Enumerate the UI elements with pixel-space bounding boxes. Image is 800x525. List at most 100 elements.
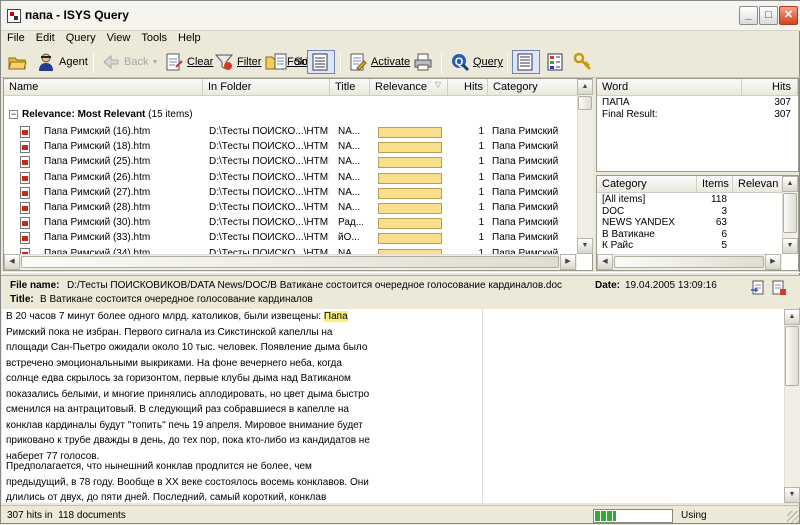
col-items-header[interactable]: Items bbox=[697, 176, 733, 193]
hit-highlight[interactable]: Папа bbox=[323, 311, 348, 322]
category-item[interactable]: DOC bbox=[602, 206, 624, 217]
menu-file[interactable]: File bbox=[1, 31, 30, 44]
preview-vscroll[interactable]: ▲ ▼ bbox=[784, 309, 800, 503]
cell-category: Папа Римский bbox=[492, 126, 559, 137]
open-folder-button[interactable] bbox=[5, 50, 29, 74]
cell-hits: 1 bbox=[478, 202, 484, 213]
table-row[interactable]: Папа Римский (18).htm D:\Тесты ПОИСКО...\… bbox=[4, 140, 579, 155]
clear-button[interactable]: Clear bbox=[162, 50, 215, 74]
table-row[interactable]: Папа Римский (16).htm D:\Тесты ПОИСКО...\… bbox=[4, 125, 579, 140]
group-collapse-toggle[interactable]: − bbox=[9, 110, 18, 119]
back-dropdown-icon[interactable]: ▼ bbox=[151, 59, 158, 66]
resize-grip[interactable] bbox=[787, 511, 799, 523]
col-word-hits-header[interactable]: Hits bbox=[742, 79, 798, 96]
cell-title: NA... bbox=[338, 171, 361, 183]
table-row[interactable]: Папа Римский (26).htm D:\Тесты ПОИСКО...\… bbox=[4, 171, 579, 186]
cell-name: Папа Римский (30).htm bbox=[44, 217, 151, 229]
print-button[interactable] bbox=[411, 50, 435, 74]
cell-category: Папа Римский bbox=[492, 232, 559, 244]
category-item[interactable]: NEWS YANDEX bbox=[602, 217, 675, 228]
hscroll-thumb[interactable] bbox=[21, 256, 559, 268]
table-row[interactable]: Папа Римский (33).htm D:\Тесты ПОИСКО...\… bbox=[4, 231, 579, 246]
document-preview[interactable]: В 20 часов 7 минут более одного млрд. ка… bbox=[2, 309, 482, 503]
cat-scroll-left-button[interactable]: ◀ bbox=[597, 254, 613, 270]
col-hits-header[interactable]: Hits bbox=[448, 79, 488, 96]
activate-button[interactable]: Activate bbox=[346, 50, 412, 74]
preview-scroll-up-button[interactable]: ▲ bbox=[784, 309, 800, 325]
categories-vscroll[interactable]: ▲ ▼ bbox=[782, 176, 798, 254]
back-button[interactable]: Back ▼ bbox=[99, 50, 160, 74]
cell-title: NA... bbox=[338, 141, 361, 153]
title-bar: папа - ISYS Query _ □ ✕ bbox=[1, 1, 800, 31]
clear-icon bbox=[166, 53, 183, 71]
cell-folder: D:\Тесты ПОИСКО...\HTML bbox=[209, 232, 329, 244]
category-item-count: 3 bbox=[721, 205, 727, 217]
cell-hits: 1 bbox=[478, 217, 484, 229]
results-pane: Name In Folder Title Relevance ▽ Hits Cat… bbox=[3, 78, 593, 271]
table-row[interactable]: Папа Римский (27).htm D:\Тесты ПОИСКО...\… bbox=[4, 186, 579, 201]
scroll-right-button[interactable]: ▶ bbox=[560, 254, 576, 270]
preview-scroll-down-button[interactable]: ▼ bbox=[784, 487, 800, 503]
cell-hits: 1 bbox=[478, 171, 484, 183]
col-title-header[interactable]: Title bbox=[330, 79, 370, 96]
cell-category: Папа Римский bbox=[492, 202, 559, 213]
cell-folder: D:\Тесты ПОИСКО...\HTML bbox=[209, 186, 329, 198]
results-vscroll[interactable]: ▲ ▼ bbox=[577, 79, 593, 254]
cat-scroll-down-button[interactable]: ▼ bbox=[782, 238, 798, 254]
agent-button[interactable]: Agent bbox=[34, 50, 90, 74]
cell-title: Рад... bbox=[338, 217, 365, 229]
scroll-up-button[interactable]: ▲ bbox=[577, 79, 593, 95]
word-row-1[interactable]: Final Result: bbox=[602, 109, 658, 120]
table-row[interactable]: Папа Римский (28).htm D:\Тесты ПОИСКО...\… bbox=[4, 201, 579, 216]
sort-desc-icon: ▽ bbox=[434, 80, 441, 89]
menu-tools[interactable]: Tools bbox=[135, 31, 172, 44]
category-item[interactable]: [All items] bbox=[602, 194, 645, 205]
preview-paragraph-2: Предполагается, что нынешний конклав про… bbox=[6, 461, 369, 503]
cell-folder: D:\Тесты ПОИСКО...\HTML bbox=[209, 156, 329, 168]
menu-query[interactable]: Query bbox=[60, 31, 101, 44]
document-properties-icon[interactable] bbox=[771, 280, 787, 296]
category-item[interactable]: К Райс bbox=[602, 240, 633, 251]
scroll-left-button[interactable]: ◀ bbox=[4, 254, 20, 270]
categories-button[interactable] bbox=[543, 50, 567, 74]
cat-scroll-right-button[interactable]: ▶ bbox=[765, 254, 781, 270]
preview-scroll-thumb[interactable] bbox=[785, 326, 799, 386]
categories-hscroll[interactable]: ◀ ▶ bbox=[597, 254, 782, 270]
col-word-header[interactable]: Word bbox=[597, 79, 742, 96]
cell-hits: 1 bbox=[478, 126, 484, 137]
printer-icon bbox=[414, 53, 432, 71]
col-folder-header[interactable]: In Folder bbox=[203, 79, 330, 96]
table-row[interactable]: Папа Римский (25).htm D:\Тесты ПОИСКО...\… bbox=[4, 155, 579, 170]
col-cat-relevance-header[interactable]: Relevan bbox=[733, 176, 783, 193]
menu-view[interactable]: View bbox=[101, 31, 136, 44]
col-name-header[interactable]: Name bbox=[4, 79, 203, 96]
category-item[interactable]: В Ватикане bbox=[602, 229, 655, 240]
cell-hits: 1 bbox=[478, 186, 484, 198]
window-title: папа - ISYS Query bbox=[25, 8, 129, 22]
cat-scroll-up-button[interactable]: ▲ bbox=[782, 176, 798, 192]
col-category-name-header[interactable]: Category bbox=[597, 176, 697, 193]
menu-edit[interactable]: Edit bbox=[30, 31, 60, 44]
cat-scroll-thumb[interactable] bbox=[783, 193, 797, 233]
menu-help[interactable]: Help bbox=[172, 31, 206, 44]
minimize-button[interactable]: _ bbox=[739, 6, 758, 25]
query-button[interactable]: Q Query bbox=[448, 50, 505, 74]
results-hscroll[interactable]: ◀ ▶ bbox=[4, 254, 577, 270]
scroll-down-button[interactable]: ▼ bbox=[577, 238, 593, 254]
key-button[interactable] bbox=[571, 50, 595, 74]
cat-hscroll-thumb[interactable] bbox=[614, 256, 764, 268]
view-list-button[interactable] bbox=[307, 50, 335, 74]
col-category-header[interactable]: Category bbox=[488, 79, 580, 96]
word-row-0[interactable]: ПАПА bbox=[602, 97, 630, 108]
maximize-button[interactable]: □ bbox=[759, 6, 778, 25]
activate-icon bbox=[350, 53, 367, 71]
col-relevance-header[interactable]: Relevance ▽ bbox=[370, 79, 448, 96]
cell-folder: D:\Тесты ПОИСКО...\HTML bbox=[209, 171, 329, 183]
filter-button[interactable]: Filter bbox=[212, 50, 263, 74]
open-document-icon[interactable] bbox=[750, 280, 766, 296]
preview-pane-button[interactable] bbox=[512, 50, 540, 74]
table-row[interactable]: Папа Римский (30).htm D:\Тесты ПОИСКО...\… bbox=[4, 216, 579, 231]
close-button[interactable]: ✕ bbox=[779, 6, 798, 25]
date-value: 19.04.2005 13:09:16 bbox=[625, 280, 717, 291]
scroll-thumb[interactable] bbox=[578, 96, 592, 110]
